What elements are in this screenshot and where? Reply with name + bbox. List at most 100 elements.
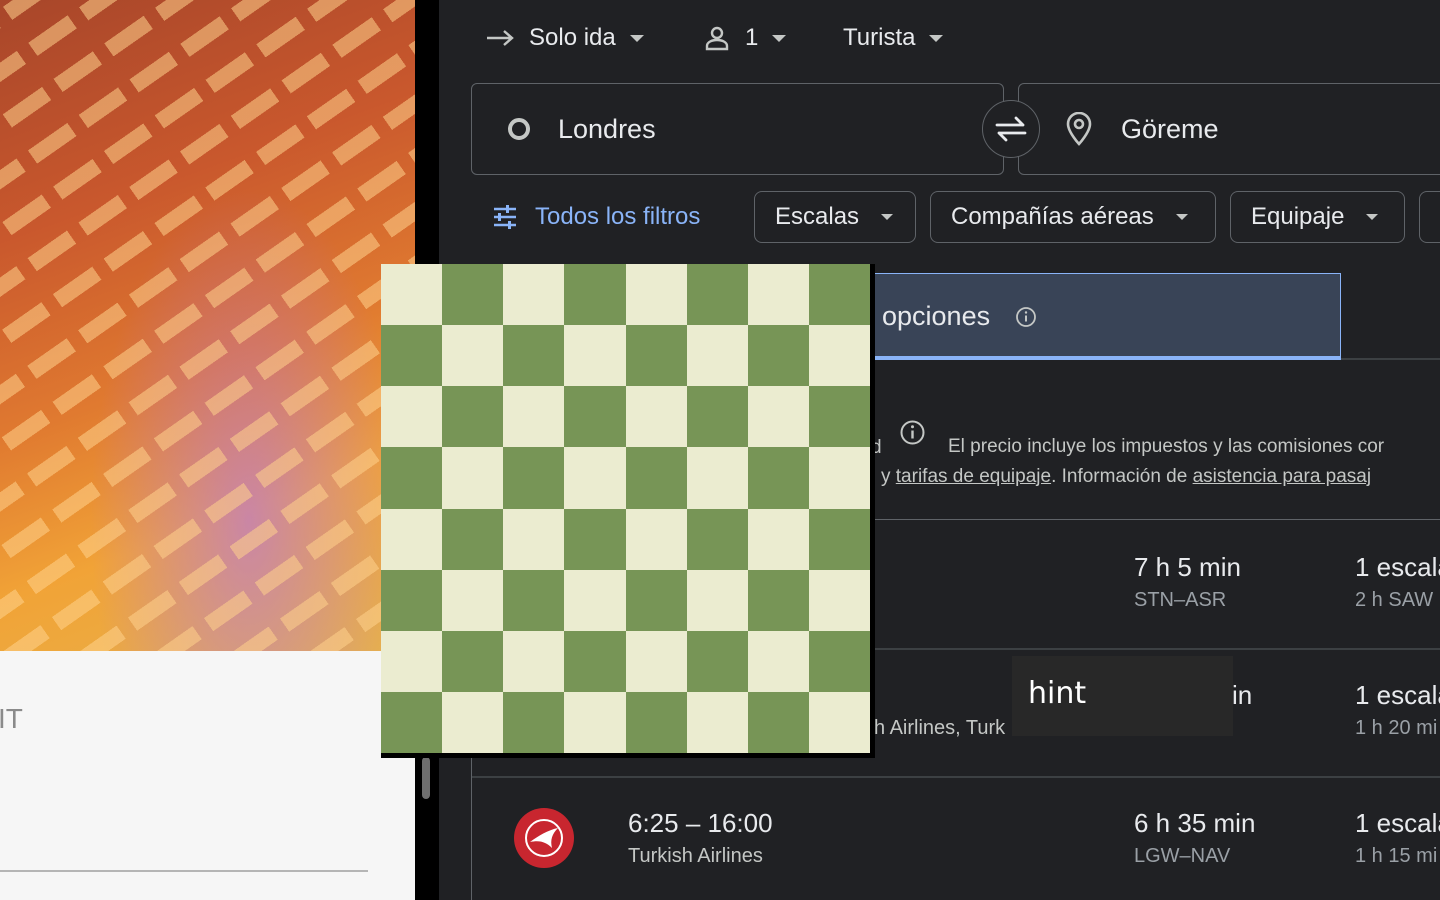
arrow-right-icon bbox=[487, 30, 514, 46]
board-square[interactable] bbox=[564, 264, 626, 326]
board-square[interactable] bbox=[442, 325, 504, 387]
board-square[interactable] bbox=[503, 447, 565, 509]
flight-duration: 7 h 5 min bbox=[1134, 552, 1241, 582]
board-square[interactable] bbox=[808, 569, 870, 631]
trip-type-select[interactable]: Solo ida bbox=[485, 22, 644, 54]
board-square[interactable] bbox=[808, 386, 870, 448]
board-square[interactable] bbox=[381, 630, 443, 692]
board-square[interactable] bbox=[747, 508, 809, 570]
board-square[interactable] bbox=[686, 264, 748, 326]
board-square[interactable] bbox=[442, 447, 504, 509]
board-square[interactable] bbox=[686, 447, 748, 509]
board-square[interactable] bbox=[564, 508, 626, 570]
board-square[interactable] bbox=[747, 691, 809, 753]
board-square[interactable] bbox=[747, 630, 809, 692]
info-icon[interactable] bbox=[899, 419, 926, 446]
board-square[interactable] bbox=[442, 691, 504, 753]
board-square[interactable] bbox=[564, 691, 626, 753]
board-square[interactable] bbox=[625, 264, 687, 326]
board-square[interactable] bbox=[808, 691, 870, 753]
airlines-filter-chip[interactable]: Compañías aéreas bbox=[930, 191, 1216, 243]
board-square[interactable] bbox=[381, 264, 443, 326]
board-square[interactable] bbox=[686, 691, 748, 753]
scrollbar-thumb[interactable] bbox=[422, 757, 430, 799]
board-square[interactable] bbox=[503, 691, 565, 753]
board-square[interactable] bbox=[503, 630, 565, 692]
board-square[interactable] bbox=[747, 569, 809, 631]
tab-best-options[interactable]: opciones bbox=[849, 273, 1341, 360]
cabin-class-select[interactable]: Turista bbox=[843, 22, 944, 54]
more-filter-chip[interactable] bbox=[1419, 191, 1440, 243]
board-square[interactable] bbox=[564, 447, 626, 509]
board-square[interactable] bbox=[564, 630, 626, 692]
passenger-assistance-link[interactable]: asistencia para pasaj bbox=[1193, 466, 1372, 487]
board-square[interactable] bbox=[564, 569, 626, 631]
board-square[interactable] bbox=[747, 325, 809, 387]
price-note-line1: El precio incluye los impuestos y las co… bbox=[948, 436, 1385, 457]
board-square[interactable] bbox=[686, 508, 748, 570]
board-square[interactable] bbox=[625, 447, 687, 509]
hero-image bbox=[0, 0, 415, 651]
board-square[interactable] bbox=[625, 630, 687, 692]
board-square[interactable] bbox=[442, 569, 504, 631]
board-square[interactable] bbox=[503, 386, 565, 448]
flight-duration: 6 h 35 min bbox=[1134, 808, 1256, 838]
flight-stop-detail: 1 h 20 mi bbox=[1355, 717, 1438, 739]
board-square[interactable] bbox=[381, 569, 443, 631]
board-square[interactable] bbox=[808, 508, 870, 570]
board-square[interactable] bbox=[686, 386, 748, 448]
board-square[interactable] bbox=[381, 447, 443, 509]
board-square[interactable] bbox=[442, 630, 504, 692]
price-note-prefix: y bbox=[881, 466, 891, 487]
price-note-line2: y tarifas de equipaje. Información de as… bbox=[881, 466, 1371, 488]
board-square[interactable] bbox=[686, 325, 748, 387]
board-square[interactable] bbox=[747, 386, 809, 448]
board-square[interactable] bbox=[381, 325, 443, 387]
board-square[interactable] bbox=[625, 691, 687, 753]
baggage-fees-link[interactable]: tarifas de equipaje bbox=[896, 466, 1051, 487]
info-icon[interactable] bbox=[1015, 306, 1037, 328]
passenger-count: 1 bbox=[745, 24, 759, 51]
board-square[interactable] bbox=[381, 386, 443, 448]
baggage-filter-chip[interactable]: Equipaje bbox=[1230, 191, 1405, 243]
board-square[interactable] bbox=[625, 569, 687, 631]
board-square[interactable] bbox=[381, 508, 443, 570]
board-square[interactable] bbox=[442, 264, 504, 326]
board-square[interactable] bbox=[808, 325, 870, 387]
turkish-airlines-logo bbox=[514, 808, 574, 868]
board-square[interactable] bbox=[625, 386, 687, 448]
board-square[interactable] bbox=[625, 508, 687, 570]
flight-stops: 1 escala bbox=[1355, 808, 1440, 838]
flight-airline: Turkish Airlines bbox=[628, 845, 763, 867]
board-square[interactable] bbox=[564, 386, 626, 448]
price-note-mid: . Información de bbox=[1051, 466, 1188, 487]
board-square[interactable] bbox=[503, 569, 565, 631]
chip-label: Escalas bbox=[775, 203, 860, 230]
flight-row[interactable]: 6:25 – 16:00 Turkish Airlines 6 h 35 min… bbox=[472, 776, 1440, 900]
passengers-select[interactable]: 1 bbox=[703, 22, 787, 54]
swap-arrows-icon bbox=[995, 116, 1027, 142]
hint-label: hint bbox=[1028, 676, 1087, 711]
all-filters-button[interactable]: Todos los filtros bbox=[491, 191, 700, 243]
board-square[interactable] bbox=[808, 630, 870, 692]
board-square[interactable] bbox=[503, 508, 565, 570]
board-square[interactable] bbox=[808, 447, 870, 509]
swap-button[interactable] bbox=[982, 100, 1040, 158]
destination-field[interactable]: Göreme bbox=[1018, 83, 1440, 175]
board-square[interactable] bbox=[808, 264, 870, 326]
chessboard[interactable] bbox=[381, 264, 875, 758]
left-partial-text: IT bbox=[0, 703, 23, 734]
stops-filter-chip[interactable]: Escalas bbox=[754, 191, 916, 243]
board-square[interactable] bbox=[503, 264, 565, 326]
board-square[interactable] bbox=[381, 691, 443, 753]
board-square[interactable] bbox=[442, 508, 504, 570]
origin-field[interactable]: Londres bbox=[471, 83, 1004, 175]
board-square[interactable] bbox=[686, 569, 748, 631]
board-square[interactable] bbox=[747, 447, 809, 509]
board-square[interactable] bbox=[747, 264, 809, 326]
board-square[interactable] bbox=[442, 386, 504, 448]
board-square[interactable] bbox=[503, 325, 565, 387]
board-square[interactable] bbox=[686, 630, 748, 692]
board-square[interactable] bbox=[564, 325, 626, 387]
board-square[interactable] bbox=[625, 325, 687, 387]
